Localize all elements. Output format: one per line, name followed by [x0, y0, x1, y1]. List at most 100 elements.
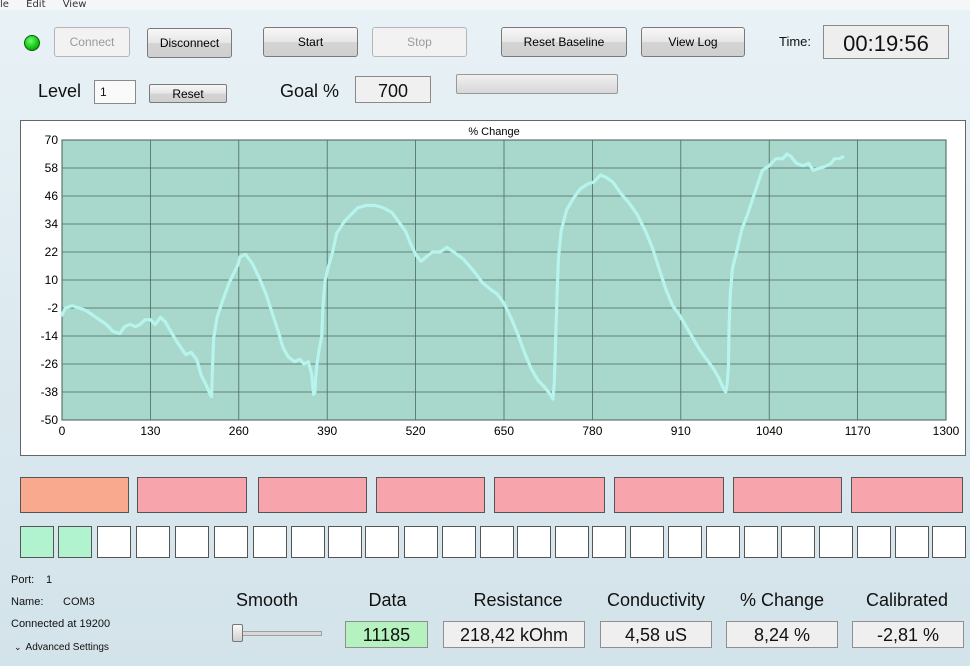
- step-indicator-cell: [136, 526, 170, 558]
- conductivity-value: 4,58 uS: [600, 621, 712, 648]
- step-indicator-cell: [781, 526, 815, 558]
- level-indicator-cell: [20, 477, 129, 513]
- connection-rate-text: Connected at 19200: [11, 618, 111, 630]
- step-indicator-cell: [744, 526, 778, 558]
- percent-change-chart: % Change 70 58 46 34 22 10 -2 -14 -26 -38 -50 0 130…: [20, 120, 966, 456]
- resistance-label: Resistance: [473, 590, 563, 610]
- level-indicator-cell: [614, 477, 724, 513]
- connect-button[interactable]: Connect: [54, 27, 130, 57]
- step-indicator-cell: [20, 526, 54, 558]
- level-indicator-cell: [376, 477, 485, 513]
- elapsed-time-display: 00:19:56: [823, 25, 949, 59]
- data-label: Data: [368, 590, 407, 610]
- step-indicator-cell: [932, 526, 966, 558]
- chart-title: % Change: [468, 126, 519, 138]
- step-indicator-cell: [328, 526, 362, 558]
- y-tick-label: 22: [45, 245, 59, 259]
- x-tick-label: 0: [59, 424, 66, 438]
- x-axis-ticks: 0 130 260 390 520 650 780 910 1040 1170 1300: [59, 424, 960, 438]
- data-point: [841, 155, 845, 159]
- y-tick-label: 70: [45, 133, 59, 147]
- calibrated-value: -2,81 %: [852, 621, 964, 648]
- menu-file[interactable]: le: [0, 0, 9, 10]
- y-axis-ticks: 70 58 46 34 22 10 -2 -14 -26 -38 -50: [41, 133, 59, 427]
- step-indicator-cell: [291, 526, 325, 558]
- data-value: 11185: [345, 621, 428, 648]
- step-indicator-cell: [555, 526, 589, 558]
- level-indicator-cell: [851, 477, 963, 513]
- time-label: Time:: [779, 34, 812, 49]
- x-tick-label: 390: [317, 424, 337, 438]
- y-tick-label: -38: [41, 385, 59, 399]
- smooth-label: Smooth: [235, 590, 299, 610]
- y-tick-label: -26: [41, 357, 59, 371]
- menu-bar: le Edit View: [0, 0, 970, 10]
- step-indicator-cell: [97, 526, 131, 558]
- step-indicator-cell: [58, 526, 92, 558]
- y-tick-label: 34: [45, 217, 59, 231]
- step-indicator-cell: [592, 526, 626, 558]
- view-log-button[interactable]: View Log: [641, 27, 745, 57]
- advanced-settings-toggle[interactable]: ⌄​ Advanced Settings: [14, 642, 109, 653]
- x-tick-label: 130: [140, 424, 160, 438]
- y-tick-label: -14: [41, 329, 59, 343]
- reset-baseline-button[interactable]: Reset Baseline: [501, 27, 627, 57]
- step-indicator-cell: [517, 526, 551, 558]
- smooth-slider-track: [232, 631, 322, 636]
- step-indicator-cell: [365, 526, 399, 558]
- port-name-label: Name:: [11, 596, 44, 608]
- step-indicator-cell: [630, 526, 664, 558]
- step-indicator-cell: [175, 526, 209, 558]
- x-tick-label: 650: [494, 424, 514, 438]
- menu-edit[interactable]: Edit: [26, 0, 45, 10]
- x-tick-label: 520: [406, 424, 426, 438]
- level-indicator-cell: [733, 477, 842, 513]
- calibrated-label: Calibrated: [865, 590, 949, 610]
- step-indicator-cell: [706, 526, 740, 558]
- smooth-slider-thumb[interactable]: [232, 624, 243, 642]
- level-input[interactable]: 1: [94, 80, 136, 104]
- x-tick-label: 1040: [756, 424, 783, 438]
- resistance-value: 218,42 kOhm: [443, 621, 585, 648]
- step-indicator-cell: [404, 526, 438, 558]
- x-tick-label: 1170: [845, 424, 871, 438]
- x-tick-label: 780: [582, 424, 602, 438]
- connection-status-led: [24, 35, 40, 51]
- double-chevron-down-icon: ⌄​: [14, 642, 22, 652]
- level-indicator-cell: [137, 477, 247, 513]
- level-label: Level: [38, 81, 82, 101]
- step-indicator-cell: [857, 526, 891, 558]
- goal-label: Goal %: [280, 81, 340, 101]
- start-button[interactable]: Start: [263, 27, 358, 57]
- level-indicator-cell: [494, 477, 605, 513]
- goal-percent-value: 700: [355, 76, 431, 103]
- smooth-slider[interactable]: [226, 623, 324, 643]
- goal-progress-bar: [456, 74, 618, 94]
- x-tick-label: 1300: [933, 424, 960, 438]
- x-tick-label: 260: [229, 424, 249, 438]
- chart-canvas: % Change 70 58 46 34 22 10 -2 -14 -26 -38 -50 0 130…: [41, 126, 960, 438]
- step-indicator-cell: [668, 526, 702, 558]
- port-label: Port:: [11, 574, 35, 586]
- percent-change-label: % Change: [739, 590, 825, 610]
- step-indicator-cell: [480, 526, 514, 558]
- step-indicator-cell: [442, 526, 476, 558]
- port-value: 1: [46, 574, 53, 586]
- step-indicator-cell: [214, 526, 248, 558]
- disconnect-button[interactable]: Disconnect: [147, 28, 232, 58]
- x-tick-label: 910: [671, 424, 691, 438]
- y-tick-label: 10: [45, 273, 59, 287]
- y-tick-label: 46: [45, 189, 59, 203]
- stop-button[interactable]: Stop: [372, 27, 467, 57]
- port-name-value: COM3: [63, 596, 95, 608]
- step-indicator-cell: [253, 526, 287, 558]
- menu-view[interactable]: View: [63, 0, 87, 10]
- level-reset-button[interactable]: Reset: [149, 84, 227, 103]
- advanced-settings-label: Advanced Settings: [25, 642, 109, 653]
- step-indicator-cell: [819, 526, 853, 558]
- y-tick-label: 58: [45, 161, 59, 175]
- level-indicator-cell: [258, 477, 367, 513]
- percent-change-value: 8,24 %: [726, 621, 838, 648]
- y-tick-label: -50: [41, 413, 59, 427]
- y-tick-label: -2: [47, 301, 58, 315]
